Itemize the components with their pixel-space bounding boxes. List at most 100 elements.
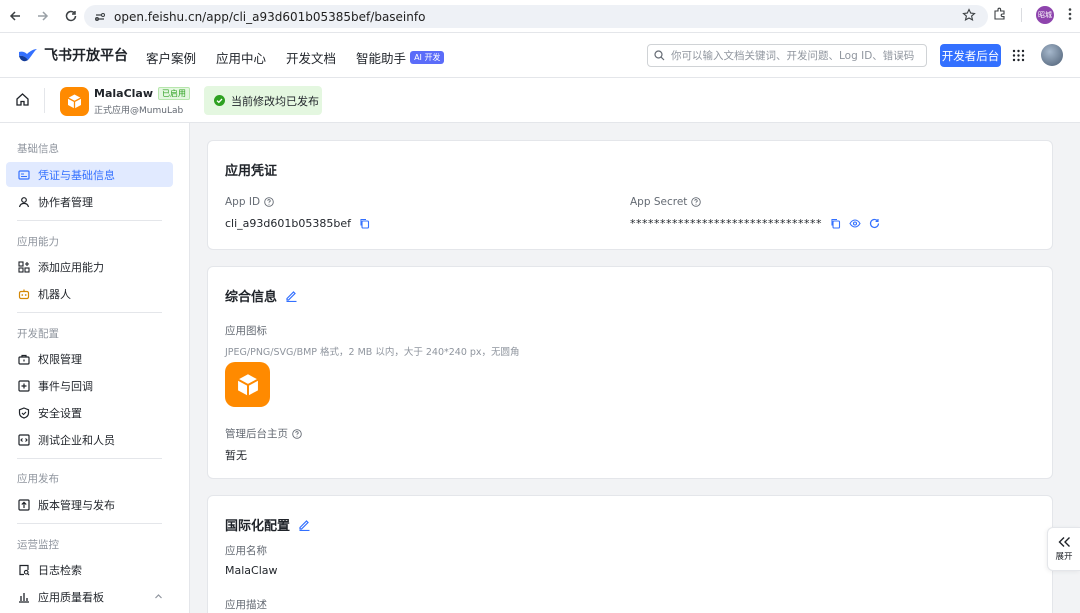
credentials-card: 应用凭证 App ID cli_a93d601b05385bef App Sec…	[207, 140, 1053, 250]
help-icon[interactable]	[264, 197, 274, 207]
expand-label: 展开	[1055, 552, 1073, 562]
sidebar-item-label: 应用质量看板	[38, 590, 104, 604]
refresh-icon[interactable]	[869, 218, 880, 229]
help-icon[interactable]	[292, 428, 302, 439]
expand-panel-button[interactable]: 展开	[1047, 527, 1080, 571]
brand-logo[interactable]: 飞书开放平台	[18, 45, 128, 65]
search-icon	[654, 50, 665, 61]
app-secret-value: ********************************	[630, 217, 880, 230]
robot-icon	[18, 289, 30, 299]
nav-ai-assistant-label: 智能助手	[356, 51, 407, 66]
reload-icon[interactable]	[60, 5, 82, 27]
apps-grid-icon[interactable]	[1012, 49, 1025, 65]
nav-ai-assistant[interactable]: 智能助手 AI 开发	[356, 48, 445, 67]
address-bar[interactable]: open.feishu.cn/app/cli_a93d601b05385bef/…	[84, 5, 988, 28]
toolbar-divider	[1021, 8, 1022, 22]
general-info-card: 综合信息 应用图标 JPEG/PNG/SVG/BMP 格式，2 MB 以内，大于…	[207, 266, 1053, 479]
sidebar-item-versions[interactable]: 版本管理与发布	[6, 492, 173, 517]
sidebar-item-label: 日志检索	[38, 563, 82, 577]
eye-icon[interactable]	[849, 218, 861, 229]
admin-home-value: 暂无	[225, 449, 247, 462]
double-chevron-left-icon	[1058, 537, 1070, 547]
sidebar-divider	[17, 220, 162, 221]
app-subtitle: 正式应用@MumuLab	[94, 106, 184, 116]
nav-customer-cases[interactable]: 客户案例	[146, 48, 196, 67]
search-input[interactable]: 你可以输入文档关键词、开发问题、Log ID、错误码	[647, 44, 927, 67]
sidebar-divider	[17, 458, 162, 459]
sidebar-item-add-capability[interactable]: 添加应用能力	[6, 254, 173, 279]
app-name-text: MalaClaw	[94, 87, 153, 100]
app-id-text: cli_a93d601b05385bef	[225, 217, 351, 230]
sidebar-item-events[interactable]: 事件与回调	[6, 373, 173, 398]
sidebar-item-test-tenants[interactable]: 测试企业和人员	[6, 427, 173, 452]
app-header: MalaClaw 已启用 正式应用@MumuLab 当前修改均已发布	[0, 78, 1080, 123]
check-circle-icon	[214, 95, 225, 106]
i18n-title-text: 国际化配置	[225, 519, 291, 534]
header-divider	[44, 88, 45, 113]
sidebar-section-monitoring: 运营监控	[17, 539, 59, 551]
general-info-title-text: 综合信息	[225, 290, 278, 305]
developer-console-button[interactable]: 开发者后台	[940, 44, 1001, 67]
sidebar-divider	[17, 523, 162, 524]
publish-status-text: 当前修改均已发布	[231, 94, 319, 108]
extensions-icon[interactable]	[993, 7, 1007, 24]
search-placeholder: 你可以输入文档关键词、开发问题、Log ID、错误码	[671, 50, 915, 62]
bar-chart-icon	[19, 592, 29, 603]
sidebar-divider	[17, 312, 162, 313]
profile-avatar[interactable]: 昭城	[1036, 6, 1054, 24]
copy-icon[interactable]	[359, 218, 370, 229]
nav-app-center[interactable]: 应用中心	[216, 48, 266, 67]
app-cube-icon	[237, 373, 258, 396]
app-icon-label: 应用图标	[225, 325, 267, 337]
app-secret-text: ********************************	[630, 217, 822, 230]
ai-badge: AI 开发	[410, 51, 445, 64]
browser-menu-icon[interactable]	[1068, 7, 1072, 24]
user-avatar[interactable]	[1041, 44, 1063, 66]
app-name-label: 应用名称	[225, 545, 267, 557]
sidebar-item-collaborators[interactable]: 协作者管理	[6, 189, 173, 214]
code-box-icon	[18, 433, 30, 446]
app-logo-icon	[60, 87, 89, 116]
app-desc-label: 应用描述	[225, 599, 267, 611]
add-grid-icon	[18, 260, 30, 273]
help-icon[interactable]	[691, 197, 702, 207]
sidebar-item-label: 机器人	[38, 287, 71, 301]
admin-home-label-text: 管理后台主页	[225, 428, 288, 440]
sidebar-item-bot[interactable]: 机器人	[6, 281, 173, 306]
app-name: MalaClaw 已启用	[94, 87, 190, 100]
i18n-card: 国际化配置 应用名称 MalaClaw 应用描述	[207, 495, 1053, 613]
browser-toolbar: open.feishu.cn/app/cli_a93d601b05385bef/…	[0, 0, 1080, 33]
event-icon	[18, 379, 30, 392]
sidebar-item-security[interactable]: 安全设置	[6, 400, 173, 425]
sidebar-section-basic: 基础信息	[17, 143, 59, 155]
sidebar-item-permissions[interactable]: 权限管理	[6, 346, 173, 371]
app-name-value: MalaClaw	[225, 564, 278, 577]
sidebar-item-label: 添加应用能力	[38, 260, 104, 274]
sidebar-item-quality-dashboard[interactable]: 应用质量看板	[6, 584, 173, 609]
copy-icon[interactable]	[830, 218, 841, 229]
app-icon-upload[interactable]	[225, 362, 270, 407]
sidebar-item-log-search[interactable]: 日志检索	[6, 557, 173, 582]
url-text: open.feishu.cn/app/cli_a93d601b05385bef/…	[114, 9, 426, 24]
top-navigation: 飞书开放平台 客户案例 应用中心 开发文档 智能助手 AI 开发 你可以输入文档…	[0, 33, 1080, 78]
nav-dev-docs[interactable]: 开发文档	[286, 48, 336, 67]
app-id-value: cli_a93d601b05385bef	[225, 217, 370, 230]
shield-icon	[18, 406, 30, 419]
credentials-title-text: 应用凭证	[225, 164, 278, 179]
sidebar-section-release: 应用发布	[17, 473, 59, 485]
chevron-up-icon[interactable]	[154, 592, 163, 601]
site-settings-icon[interactable]	[94, 11, 106, 23]
home-icon[interactable]	[15, 92, 30, 110]
app-id-label-text: App ID	[225, 196, 261, 208]
sidebar-item-credentials[interactable]: 凭证与基础信息	[6, 162, 173, 187]
user-icon	[18, 196, 30, 207]
edit-icon[interactable]	[285, 289, 298, 302]
edit-icon[interactable]	[298, 518, 311, 531]
sidebar: 基础信息 凭证与基础信息 协作者管理 应用能力 添加应用能力 机器人 开发配置 …	[0, 123, 190, 613]
feishu-logo-icon	[19, 49, 37, 62]
back-icon[interactable]	[4, 5, 26, 27]
forward-icon[interactable]	[32, 5, 54, 27]
bookmark-star-icon[interactable]	[962, 8, 976, 25]
sidebar-item-label: 安全设置	[38, 406, 82, 420]
sidebar-item-label: 测试企业和人员	[38, 433, 115, 447]
